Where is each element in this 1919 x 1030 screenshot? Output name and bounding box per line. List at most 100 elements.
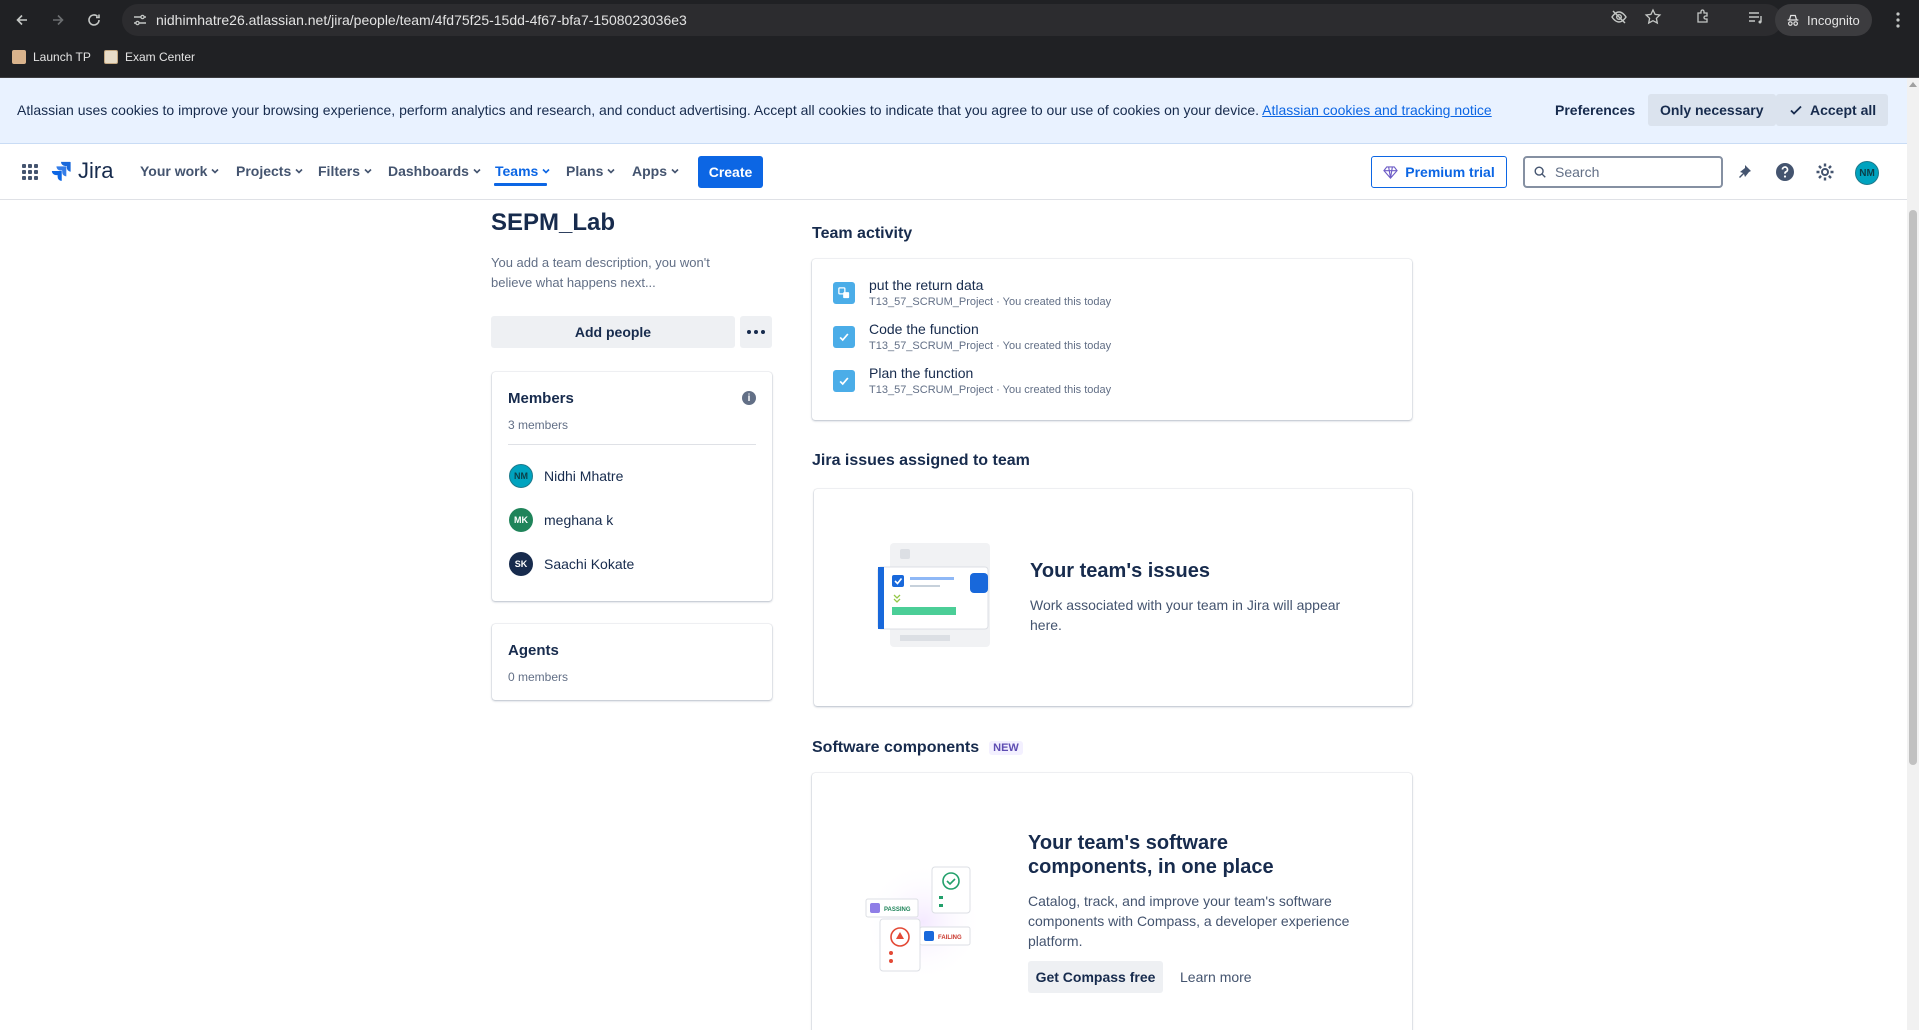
- address-bar[interactable]: nidhimhatre26.atlassian.net/jira/people/…: [122, 4, 1782, 36]
- nav-label: Your work: [140, 163, 208, 179]
- browser-menu-icon[interactable]: [1889, 10, 1907, 30]
- nav-dashboards[interactable]: Dashboards: [388, 163, 482, 179]
- add-people-button[interactable]: Add people: [491, 316, 735, 348]
- bookmark-label: Exam Center: [125, 50, 196, 64]
- issues-heading: Jira issues assigned to team: [812, 452, 1030, 470]
- back-icon[interactable]: [10, 8, 34, 32]
- more-dot: [761, 330, 765, 334]
- premium-trial-button[interactable]: Premium trial: [1371, 156, 1507, 188]
- chevron-down-icon: [542, 168, 550, 174]
- nav-label: Filters: [318, 163, 361, 179]
- chevron-down-icon: [364, 168, 372, 174]
- url-text[interactable]: nidhimhatre26.atlassian.net/jira/people/…: [156, 12, 687, 28]
- nav-teams[interactable]: Teams: [495, 163, 551, 179]
- check-icon: [1790, 105, 1802, 115]
- scroll-up-arrow-icon[interactable]: [1909, 82, 1917, 87]
- incognito-indicator[interactable]: Incognito: [1775, 4, 1872, 36]
- bookmark-favicon-icon: [104, 50, 118, 64]
- software-components-card: PASSING FAILING Your team's software com…: [812, 773, 1412, 1030]
- components-empty-title: Your team's software components, in one …: [1028, 832, 1274, 878]
- member-item[interactable]: MK meghana k: [509, 508, 613, 532]
- activity-meta: T13_57_SCRUM_Project · You created this …: [869, 296, 1112, 308]
- section-title: Software components: [812, 739, 980, 756]
- nav-filters[interactable]: Filters: [318, 163, 373, 179]
- section-title: Team activity: [812, 225, 913, 242]
- create-button[interactable]: Create: [698, 156, 763, 188]
- eye-off-icon[interactable]: [1610, 8, 1628, 26]
- task-icon: [833, 326, 855, 348]
- search-placeholder: Search: [1555, 164, 1600, 180]
- activity-item[interactable]: put the return data T13_57_SCRUM_Project…: [833, 277, 1111, 308]
- accept-all-label: Accept all: [1810, 102, 1877, 118]
- media-controls-icon[interactable]: [1747, 8, 1765, 26]
- members-count: 3 members: [508, 418, 569, 432]
- team-name[interactable]: SEPM_Lab: [491, 209, 615, 237]
- activity-text: Plan the function T13_57_SCRUM_Project ·…: [869, 365, 1111, 396]
- activity-item[interactable]: Code the function T13_57_SCRUM_Project ·…: [833, 321, 1111, 352]
- avatar: NM: [509, 464, 533, 488]
- cookie-message: Atlassian uses cookies to improve your b…: [17, 102, 1492, 118]
- activity-title[interactable]: Plan the function: [869, 365, 1111, 381]
- site-info-icon[interactable]: [132, 12, 148, 28]
- nav-active-indicator: [494, 183, 547, 186]
- activity-title[interactable]: Code the function: [869, 321, 1111, 337]
- chevron-down-icon: [473, 168, 481, 174]
- bookmark-star-icon[interactable]: [1644, 8, 1662, 26]
- forward-icon[interactable]: [46, 8, 70, 32]
- activity-text: put the return data T13_57_SCRUM_Project…: [869, 277, 1111, 308]
- bookmark-label: Launch TP: [33, 50, 91, 64]
- agents-title: Agents: [508, 642, 559, 659]
- agents-card: Agents 0 members: [492, 624, 772, 700]
- extensions-icon[interactable]: [1694, 8, 1712, 26]
- gem-icon: [1383, 165, 1399, 179]
- member-name: Saachi Kokate: [544, 556, 635, 572]
- jira-logo[interactable]: Jira: [50, 158, 113, 184]
- nav-projects[interactable]: Projects: [236, 163, 304, 179]
- issues-empty-body: Work associated with your team in Jira w…: [1030, 597, 1341, 633]
- cookie-notice-link[interactable]: Atlassian cookies and tracking notice: [1262, 102, 1492, 118]
- info-icon[interactable]: i: [742, 391, 756, 405]
- member-item[interactable]: NM Nidhi Mhatre: [509, 464, 623, 488]
- bookmark-exam-center[interactable]: Exam Center: [104, 50, 195, 64]
- incognito-icon: [1787, 14, 1799, 26]
- cookie-message-text: Atlassian uses cookies to improve your b…: [17, 102, 1260, 118]
- nav-label: Plans: [566, 163, 604, 179]
- activity-meta: T13_57_SCRUM_Project · You created this …: [869, 384, 1112, 396]
- members-card: Members i 3 members NM Nidhi Mhatre MK m…: [492, 372, 772, 601]
- search-input[interactable]: Search: [1523, 156, 1723, 188]
- nav-label: Teams: [495, 163, 539, 179]
- failing-label: FAILING: [938, 935, 962, 941]
- scrollbar-thumb[interactable]: [1909, 210, 1917, 765]
- compass-illustration-icon: PASSING FAILING: [863, 862, 983, 982]
- profile-avatar[interactable]: NM: [1855, 161, 1879, 185]
- help-icon[interactable]: [1775, 162, 1795, 182]
- accept-all-button[interactable]: Accept all: [1776, 94, 1889, 126]
- nav-your-work[interactable]: Your work: [140, 163, 220, 179]
- cookie-preferences-button[interactable]: Preferences: [1543, 94, 1647, 126]
- components-empty-body: Catalog, track, and improve your team's …: [1028, 893, 1350, 949]
- reload-icon[interactable]: [82, 8, 106, 32]
- nav-apps[interactable]: Apps: [632, 163, 680, 179]
- app-switcher-icon[interactable]: [20, 162, 40, 182]
- team-issues-card: Your team's issues Work associated with …: [814, 489, 1412, 706]
- activity-item[interactable]: Plan the function T13_57_SCRUM_Project ·…: [833, 365, 1111, 396]
- settings-gear-icon[interactable]: [1815, 162, 1835, 182]
- only-necessary-button[interactable]: Only necessary: [1648, 94, 1776, 126]
- chevron-down-icon: [607, 168, 615, 174]
- task-icon: [833, 370, 855, 392]
- learn-more-button[interactable]: Learn more: [1180, 961, 1252, 993]
- member-item[interactable]: SK Saachi Kokate: [509, 552, 634, 576]
- team-description[interactable]: You add a team description, you won't be…: [491, 253, 751, 293]
- page-scrollbar[interactable]: [1907, 78, 1919, 1030]
- cookie-banner: Atlassian uses cookies to improve your b…: [0, 78, 1907, 144]
- chevron-down-icon: [671, 168, 679, 174]
- nav-plans[interactable]: Plans: [566, 163, 616, 179]
- more-actions-button[interactable]: [740, 316, 772, 348]
- section-title: Jira issues assigned to team: [812, 452, 1030, 469]
- notifications-icon[interactable]: [1735, 162, 1755, 182]
- activity-title[interactable]: put the return data: [869, 277, 1111, 293]
- bookmark-launch-tp[interactable]: Launch TP: [12, 50, 91, 64]
- more-dot: [754, 330, 758, 334]
- activity-text: Code the function T13_57_SCRUM_Project ·…: [869, 321, 1111, 352]
- get-compass-button[interactable]: Get Compass free: [1028, 961, 1163, 993]
